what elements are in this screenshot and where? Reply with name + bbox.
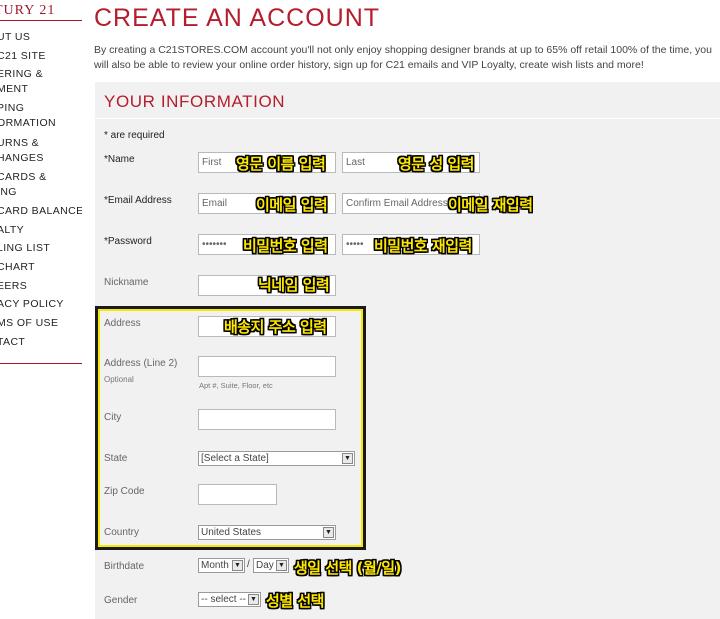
gender-label: Gender [104, 595, 138, 606]
birthdate-label: Birthdate [104, 561, 145, 572]
date-separator: / [247, 559, 250, 570]
annotation-password: 비밀번호 입력 [243, 237, 328, 255]
gender-select[interactable]: -- select -- ▼ [198, 592, 261, 607]
password-label: *Password [104, 236, 152, 247]
sidebar-top-divider [0, 20, 82, 21]
chevron-down-icon: ▼ [232, 560, 243, 571]
sidebar-item-privacy-policy[interactable]: ACY POLICY [0, 298, 64, 310]
annotation-password-confirm: 비밀번호 재입력 [374, 237, 472, 255]
sidebar-item-shipping-line2[interactable]: ORMATION [0, 117, 56, 129]
sidebar-item-careers[interactable]: EERS [0, 280, 27, 292]
intro-text: By creating a C21STORES.COM account you'… [94, 44, 712, 71]
chevron-down-icon: ▼ [276, 560, 287, 571]
annotation-address: 배송지 주소 입력 [224, 318, 327, 336]
birth-month-select[interactable]: Month ▼ [198, 558, 245, 573]
name-label: *Name [104, 154, 135, 165]
address-highlight-box [95, 306, 366, 550]
birth-month-value: Month [201, 560, 229, 571]
annotation-nickname: 닉네임 입력 [258, 276, 330, 294]
birth-day-value: Day [256, 560, 274, 571]
sidebar-item-card-balance[interactable]: CARD BALANCE [0, 205, 82, 217]
annotation-first-name: 영문 이름 입력 [236, 155, 326, 173]
sidebar-item-shipping[interactable]: PING [0, 102, 24, 114]
sidebar-item-returns[interactable]: URNS & [0, 137, 39, 149]
sidebar-item-terms-of-use[interactable]: MS OF USE [0, 317, 58, 329]
sidebar-item-size-chart[interactable]: CHART [0, 261, 35, 273]
sidebar-brand: TURY 21 [0, 3, 56, 18]
annotation-gender: 성별 선택 [266, 592, 324, 610]
nickname-label: Nickname [104, 277, 149, 288]
annotation-email: 이메일 입력 [256, 196, 328, 214]
sidebar-item-mailing-list[interactable]: LING LIST [0, 242, 50, 254]
sidebar-item-about-us[interactable]: UT US [0, 31, 30, 43]
section-title: YOUR INFORMATION [104, 92, 286, 111]
sidebar-item-ordering-line2[interactable]: MENT [0, 83, 28, 95]
gender-select-value: -- select -- [201, 594, 246, 605]
annotation-email-confirm: 이메일 재입력 [448, 196, 533, 214]
sidebar-bottom-divider [0, 363, 82, 364]
sidebar-item-returns-line2[interactable]: HANGES [0, 152, 44, 164]
sidebar-nav: TURY 21 UT US C21 SITE ERING & MENT PING… [0, 0, 82, 619]
sidebar-item-loyalty[interactable]: ALTY [0, 224, 24, 236]
email-label: *Email Address [104, 195, 172, 206]
chevron-down-icon: ▼ [248, 594, 259, 605]
birth-day-select[interactable]: Day ▼ [253, 558, 289, 573]
sidebar-item-ordering[interactable]: ERING & [0, 68, 43, 80]
sidebar-item-contact[interactable]: TACT [0, 336, 25, 348]
annotation-birthdate: 생일 선택 (월/일) [294, 559, 401, 577]
page-title: CREATE AN ACCOUNT [94, 4, 381, 32]
section-divider [95, 118, 720, 119]
annotation-last-name: 영문 성 입력 [398, 155, 474, 173]
sidebar-item-gift-cards[interactable]: CARDS & [0, 171, 46, 183]
sidebar-item-gift-cards-line2[interactable]: ING [0, 186, 17, 198]
sidebar-item-c21-site[interactable]: C21 SITE [0, 50, 46, 62]
required-note: * are required [104, 130, 165, 141]
